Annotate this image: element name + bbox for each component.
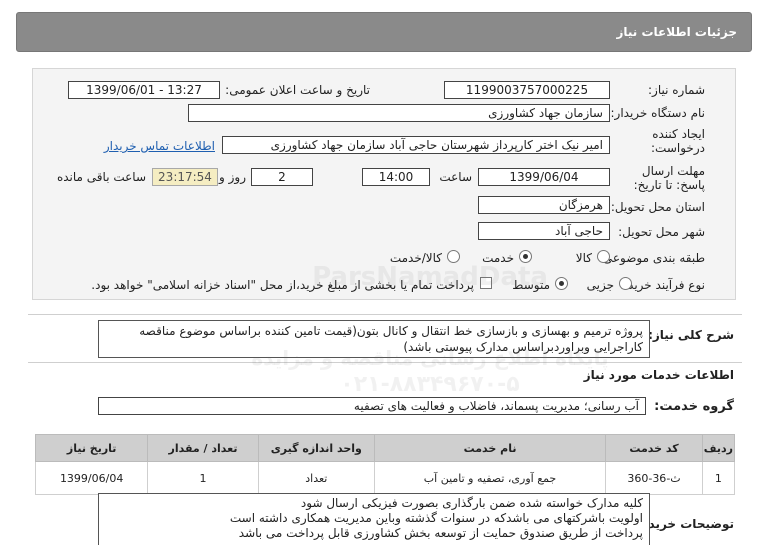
category-radio-goods-service[interactable] [447,250,460,263]
announce-label: تاریخ و ساعت اعلان عمومی: [225,83,370,97]
col-header-unit: واحد اندازه گیری [257,434,375,462]
process-option-minor: جزیی [586,278,614,292]
category-radio-service[interactable] [519,250,532,263]
city-label: شهر محل تحویل: [618,225,705,239]
category-option-service: خدمت [482,251,514,265]
process-radio-minor[interactable] [619,277,632,290]
creator-label: ایجاد کننده درخواست: [651,127,705,155]
col-header-service-code: کد خدمت [605,434,703,462]
cell-need-date: 1399/06/04 [34,461,149,495]
time-label: ساعت [439,170,472,184]
need-number-field[interactable]: 1199003757000225 [444,81,610,99]
services-table: ردیف کد خدمت نام خدمت واحد اندازه گیری ت… [34,434,736,495]
buyer-note-line: پرداخت از طریق صندوق حمایت از توسعه بخش … [238,526,643,540]
cell-service-code: ث-36-360 [605,461,703,495]
col-header-quantity: تعداد / مقدار [147,434,259,462]
treasury-payment-note: پرداخت تمام یا بخشی از مبلغ خرید،از محل … [91,278,474,292]
col-header-need-date: تاریخ نیاز [34,434,149,462]
cell-quantity: 1 [147,461,259,495]
page-header: جزئیات اطلاعات نیاز [16,12,752,52]
buyer-label: نام دستگاه خریدار: [610,106,706,120]
description-text: پروژه ترمیم و بهسازی و بازسازی خط انتقال… [98,320,650,358]
days-label: روز و [219,170,246,184]
treasury-payment-checkbox[interactable] [480,277,492,289]
service-group-label: گروه خدمت: [654,399,734,414]
city-field[interactable]: حاجی آباد [478,222,610,240]
buyer-note-line: کلیه مدارک خواسته شده ضمن بارگذاری بصورت… [300,496,643,510]
deadline-date-field[interactable]: 1399/06/04 [478,168,610,186]
table-header-row: ردیف کد خدمت نام خدمت واحد اندازه گیری ت… [34,434,736,462]
category-option-goods: کالا [575,251,592,265]
cell-row-number: 1 [701,461,736,495]
cell-unit: تعداد [257,461,375,495]
deadline-label: مهلت ارسال پاسخ: تا تاریخ: [633,164,705,192]
category-radio-goods[interactable] [597,250,610,263]
deadline-time-field[interactable]: 14:00 [362,168,430,186]
page-title: جزئیات اطلاعات نیاز [616,25,737,39]
process-option-medium: متوسط [512,278,550,292]
remaining-label: ساعت باقی مانده [56,170,146,184]
service-group-field: آب رسانی؛ مدیریت پسماند، فاضلاب و فعالیت… [98,397,646,415]
category-label: طبقه بندی موضوعی: [598,251,705,265]
services-section-title: اطلاعات خدمات مورد نیاز [583,368,734,382]
remaining-timer: 23:17:54 [152,168,218,186]
announce-field[interactable]: 1399/06/01 - 13:27 [68,81,220,99]
col-header-row-number: ردیف [701,434,736,462]
category-option-goods-service: کالا/خدمت [389,251,442,265]
creator-field[interactable]: امیر نیک اختر کارپرداز شهرستان حاجی آباد… [222,136,610,154]
watermark-phone: ۰۲۱-۸۸۳۴۹۶۷۰-۵ [340,372,520,397]
col-header-service-name: نام خدمت [373,434,607,462]
divider [28,362,742,363]
province-label: استان محل تحویل: [610,200,705,214]
process-label: نوع فرآیند خرید : [620,278,705,292]
buyer-field[interactable]: سازمان جهاد کشاورزی [188,104,610,122]
process-radio-medium[interactable] [555,277,568,290]
cell-service-name: جمع آوری، تصفیه و تامین آب [373,461,607,495]
divider [28,314,742,315]
buyer-contact-link[interactable]: اطلاعات تماس خریدار [104,139,215,153]
buyer-notes-box: کلیه مدارک خواسته شده ضمن بارگذاری بصورت… [98,493,650,545]
days-field[interactable]: 2 [251,168,313,186]
description-label: شرح کلی نیاز: [648,328,734,342]
table-row: 1 ث-36-360 جمع آوری، تصفیه و تامین آب تع… [34,461,736,495]
buyer-note-line: اولویت باشرکتهای می باشدکه در سنوات گذشت… [229,511,643,525]
need-number-label: شماره نیاز: [648,83,705,97]
province-field[interactable]: هرمزگان [478,196,610,214]
